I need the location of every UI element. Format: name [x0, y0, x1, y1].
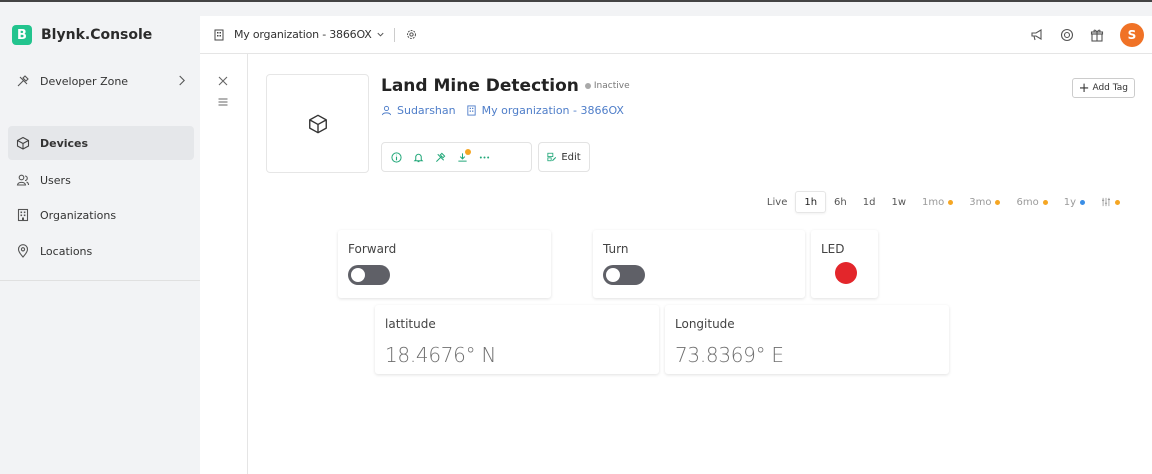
longitude-value: 73.8369° E — [675, 343, 784, 367]
device-owner-link[interactable]: Sudarshan — [397, 104, 456, 117]
add-tag-label: Add Tag — [1092, 83, 1128, 93]
sidebar-divider — [0, 280, 200, 281]
premium-dot — [1080, 199, 1085, 205]
device-meta: Sudarshan My organization - 3866OX — [381, 104, 624, 117]
menu-icon[interactable] — [218, 97, 228, 107]
users-icon — [16, 174, 30, 186]
sidebar-item-label: Organizations — [40, 208, 117, 222]
sidebar-item-users[interactable]: Users — [8, 163, 194, 197]
device-title: Land Mine Detection Inactive — [381, 76, 630, 96]
notification-dot — [465, 148, 471, 155]
download-button[interactable] — [457, 148, 471, 163]
latitude-value: 18.4676° N — [385, 343, 497, 367]
widget-led: LED — [811, 230, 878, 298]
device-actions — [381, 142, 532, 172]
widget-label: LED — [821, 242, 845, 256]
widget-latitude: lattitude 18.4676° N — [375, 305, 659, 374]
sidebar-item-organizations[interactable]: Organizations — [8, 198, 194, 232]
widget-label: lattitude — [385, 317, 436, 331]
brand-name: Blynk.Console — [41, 27, 153, 43]
device-name: Land Mine Detection — [381, 76, 579, 96]
widget-forward: Forward — [338, 230, 551, 298]
cube-icon — [308, 114, 327, 133]
premium-dot — [948, 199, 954, 205]
switch-knob — [351, 268, 365, 282]
widget-label: Forward — [348, 242, 397, 256]
device-org-link[interactable]: My organization - 3866OX — [482, 104, 624, 117]
sidebar-item-devices[interactable]: Devices — [8, 126, 194, 160]
help-icon[interactable] — [1060, 28, 1074, 42]
top-border — [0, 0, 1152, 2]
dashboard-edit-icon — [547, 152, 557, 162]
user-icon — [381, 105, 392, 116]
more-icon[interactable] — [479, 152, 490, 163]
edit-button[interactable]: Edit — [538, 142, 590, 172]
sidebar-item-developer-zone[interactable]: Developer Zone — [8, 64, 194, 98]
tools-icon[interactable] — [435, 152, 446, 163]
brand-logo: B — [12, 25, 32, 45]
add-tag-button[interactable]: + Add Tag — [1071, 78, 1135, 98]
status-dot — [584, 83, 591, 89]
building-icon — [467, 105, 476, 116]
sidebar-item-label: Locations — [40, 244, 93, 258]
close-icon[interactable] — [218, 76, 228, 86]
megaphone-icon[interactable] — [1030, 28, 1044, 42]
forward-switch[interactable] — [348, 265, 390, 285]
sidebar-item-label: Developer Zone — [40, 74, 129, 88]
bell-icon[interactable] — [413, 152, 424, 163]
cube-icon — [16, 136, 30, 150]
device-image[interactable] — [266, 74, 369, 173]
panel-controls — [200, 54, 248, 474]
widget-turn: Turn — [593, 230, 805, 298]
led-indicator — [835, 262, 857, 284]
gear-icon[interactable] — [405, 28, 418, 41]
widget-longitude: Longitude 73.8369° E — [665, 305, 949, 374]
top-header: My organization - 3866OX S — [200, 16, 1152, 54]
sliders-icon — [1102, 197, 1110, 207]
sidebar-item-label: Users — [40, 173, 71, 187]
org-selector[interactable]: My organization - 3866OX — [234, 28, 372, 41]
sidebar-item-locations[interactable]: Locations — [8, 234, 194, 268]
header-divider — [393, 27, 395, 42]
gift-icon[interactable] — [1090, 28, 1104, 42]
info-icon[interactable] — [391, 151, 402, 163]
building-icon — [214, 29, 224, 40]
dashboard: Forward Turn LED lattitude 18.4676° N Lo… — [248, 210, 1152, 474]
premium-dot — [1042, 199, 1048, 205]
premium-dot — [1115, 199, 1120, 205]
status-badge: Inactive — [593, 81, 630, 91]
building-icon — [17, 208, 29, 222]
switch-knob — [606, 268, 620, 282]
tools-icon — [17, 75, 29, 87]
location-icon — [17, 244, 29, 258]
edit-label: Edit — [561, 151, 581, 163]
premium-dot — [995, 199, 1001, 205]
sidebar: Developer Zone Devices Users Organizatio… — [0, 54, 200, 474]
widget-label: Turn — [603, 242, 629, 256]
avatar[interactable]: S — [1120, 23, 1144, 47]
brand[interactable]: B Blynk.Console — [0, 16, 200, 54]
chevron-down-icon[interactable] — [376, 30, 385, 39]
turn-switch[interactable] — [603, 265, 645, 285]
chevron-right-icon — [179, 75, 185, 86]
plus-icon: + — [1078, 80, 1090, 96]
widget-label: Longitude — [675, 317, 735, 331]
header-actions: S — [1030, 23, 1144, 47]
sidebar-item-label: Devices — [40, 136, 89, 150]
